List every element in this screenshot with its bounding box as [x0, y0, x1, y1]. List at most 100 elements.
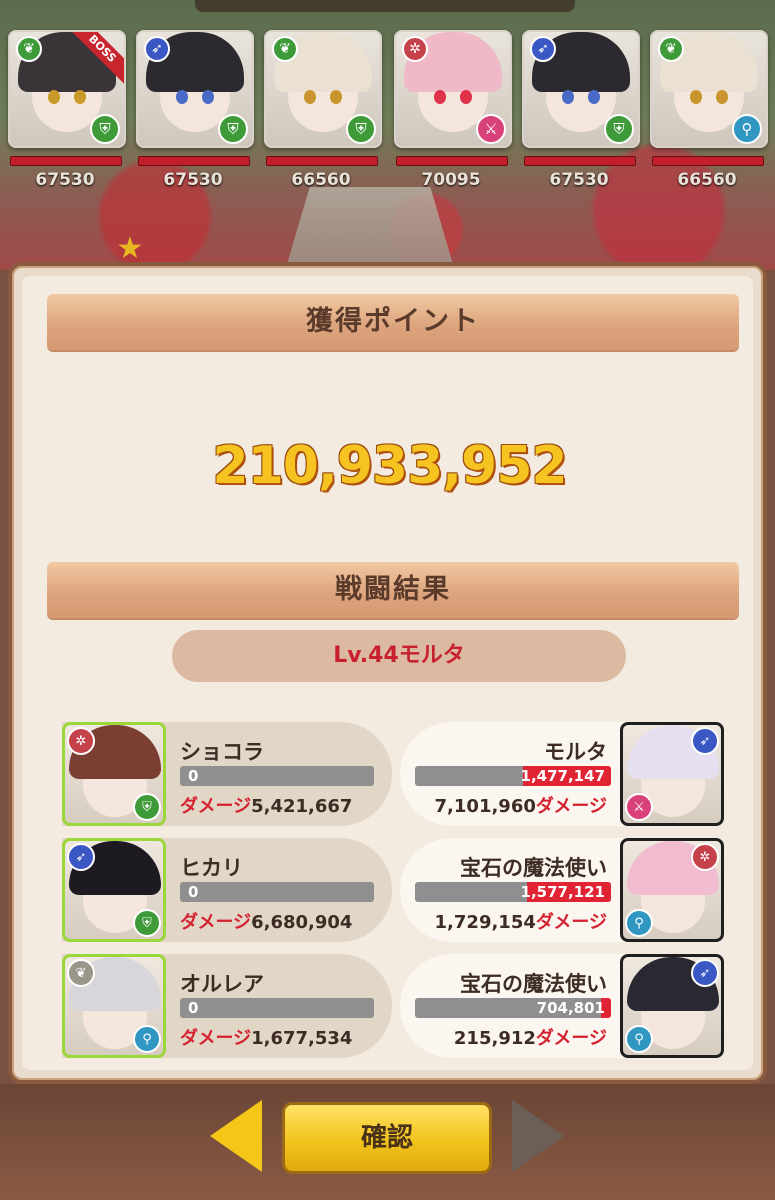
enemy-hp-value: 70095: [421, 170, 481, 190]
character-eye: [460, 90, 472, 104]
next-arrow-icon[interactable]: [512, 1100, 564, 1172]
enemy-unit[interactable]: ➶ ⛨ 67530: [136, 30, 254, 190]
enemy-portrait: ❦ ⛨: [264, 30, 382, 148]
ally-portrait[interactable]: ❦ ⚲: [62, 954, 166, 1058]
staff-icon: ⚲: [133, 1025, 161, 1053]
sword-icon: ⚔: [476, 114, 506, 144]
ally-portrait[interactable]: ➶ ⛨: [62, 838, 166, 942]
ally-name: ヒカリ: [180, 856, 243, 880]
character-eye: [690, 90, 702, 104]
enemy-hp-bar: 704,801: [415, 998, 611, 1018]
feather-icon: ➶: [144, 36, 170, 62]
enemy-unit[interactable]: ➶ ⛨ 67530: [522, 30, 640, 190]
ally-damage: ダメージ1,677,534: [180, 1024, 352, 1050]
result-row: ➶ ⛨ ヒカリ 0 ダメージ 6,680,904 宝石の魔法使い 1,577,12…: [22, 838, 753, 948]
points-value: 210,933,952: [212, 436, 567, 496]
enemy-portrait[interactable]: ➶ ⚔: [620, 722, 724, 826]
enemy-hp-value: 1,577,121: [520, 883, 605, 901]
shield-icon: ⛨: [133, 793, 161, 821]
enemy-level-label: Lv.44モルタ: [172, 630, 626, 682]
result-row: ✲ ⛨ ショコラ 0 ダメージ5,421,667 モルタ 1,477,147 7…: [22, 722, 753, 832]
result-panel: 獲得ポイント 210,933,952 戦闘結果 Lv.44モルタ ✲ ⛨ ショコ…: [8, 262, 767, 1084]
result-panel-inner: 獲得ポイント 210,933,952 戦闘結果 Lv.44モルタ ✲ ⛨ ショコ…: [22, 276, 753, 1070]
ally-damage-value: 6,680,904: [251, 912, 353, 933]
ally-hp-bar: 0: [180, 998, 374, 1018]
staff-icon: ⚲: [732, 114, 762, 144]
ally-damage: ダメージ5,421,667: [180, 792, 352, 818]
character-eye: [74, 90, 86, 104]
enemy-hp-bar: 1,577,121: [415, 882, 611, 902]
damage-label: ダメージ: [535, 1028, 607, 1049]
points-header: 獲得ポイント: [47, 294, 739, 350]
enemy-name: 宝石の魔法使い: [460, 972, 607, 996]
feather-icon: ➶: [530, 36, 556, 62]
enemy-hp-bar: [10, 156, 122, 166]
enemy-portrait: ✲ ⚔: [394, 30, 512, 148]
ally-damage-value: 1,677,534: [251, 1028, 353, 1049]
star-icon: ★: [116, 231, 144, 266]
staff-icon: ⚲: [625, 909, 653, 937]
enemy-portrait[interactable]: ✲ ⚲: [620, 838, 724, 942]
enemy-unit[interactable]: ❦ ⛨ 66560: [264, 30, 382, 190]
enemy-portrait[interactable]: ➶ ⚲: [620, 954, 724, 1058]
damage-label: ダメージ: [180, 1028, 252, 1049]
character-eye: [202, 90, 214, 104]
shield-icon: ⛨: [218, 114, 248, 144]
enemy-portrait: ➶ ⛨: [136, 30, 254, 148]
top-frame: [195, 0, 575, 12]
ally-hp-bar: 0: [180, 882, 374, 902]
enemy-hp-value: 67530: [549, 170, 609, 190]
shield-icon: ⛨: [90, 114, 120, 144]
enemy-portrait: BOSS ❦ ⛨: [8, 30, 126, 148]
leaf-icon: ❦: [272, 36, 298, 62]
ally-hp-value: 0: [188, 767, 199, 785]
damage-label: ダメージ: [180, 796, 252, 817]
enemy-hp-value: 1,477,147: [520, 767, 605, 785]
previous-arrow-icon[interactable]: [210, 1100, 262, 1172]
ally-portrait[interactable]: ✲ ⛨: [62, 722, 166, 826]
damage-label: ダメージ: [535, 796, 607, 817]
enemy-damage: 7,101,960ダメージ: [435, 792, 607, 818]
ally-hp-value: 0: [188, 999, 199, 1017]
enemy-hp-bar: [652, 156, 764, 166]
leaf-icon: ❦: [658, 36, 684, 62]
enemy-unit[interactable]: ❦ ⚲ 66560: [650, 30, 768, 190]
feather-icon: ➶: [691, 959, 719, 987]
battle-result-header: 戦闘結果: [47, 562, 739, 618]
ally-name: オルレア: [180, 972, 264, 996]
staff-icon: ⚲: [625, 1025, 653, 1053]
gear-icon: ✲: [67, 727, 95, 755]
enemy-unit[interactable]: ✲ ⚔ 70095: [394, 30, 512, 190]
enemy-damage-value: 7,101,960: [434, 796, 536, 817]
feather-icon: ➶: [67, 843, 95, 871]
enemy-name: モルタ: [544, 740, 607, 764]
character-eye: [176, 90, 188, 104]
ally-damage-value: 5,421,667: [251, 796, 353, 817]
enemy-hp-value: 67530: [35, 170, 95, 190]
leaf-icon: ❦: [67, 959, 95, 987]
enemy-hp-bar: 1,477,147: [415, 766, 611, 786]
enemy-hp-value: 66560: [677, 170, 737, 190]
character-eye: [330, 90, 342, 104]
garden-path: [286, 187, 454, 266]
character-eye: [588, 90, 600, 104]
gear-icon: ✲: [691, 843, 719, 871]
damage-label: ダメージ: [535, 912, 607, 933]
enemy-hp-bar: [138, 156, 250, 166]
shield-icon: ⛨: [133, 909, 161, 937]
ally-name: ショコラ: [180, 740, 264, 764]
enemy-hp-bar: [524, 156, 636, 166]
enemy-unit[interactable]: BOSS ❦ ⛨ 67530: [8, 30, 126, 190]
enemy-hp-value: 704,801: [536, 999, 605, 1017]
gear-icon: ✲: [402, 36, 428, 62]
confirm-button[interactable]: 確認: [282, 1102, 492, 1174]
enemy-name: 宝石の魔法使い: [460, 856, 607, 880]
enemy-hp-bar: [266, 156, 378, 166]
character-eye: [716, 90, 728, 104]
enemy-hp-bar: [396, 156, 508, 166]
character-eye: [434, 90, 446, 104]
enemy-portrait: ❦ ⚲: [650, 30, 768, 148]
enemy-damage: 1,729,154ダメージ: [435, 908, 607, 934]
enemy-hp-value: 66560: [291, 170, 351, 190]
enemy-damage: 215,912ダメージ: [454, 1024, 607, 1050]
